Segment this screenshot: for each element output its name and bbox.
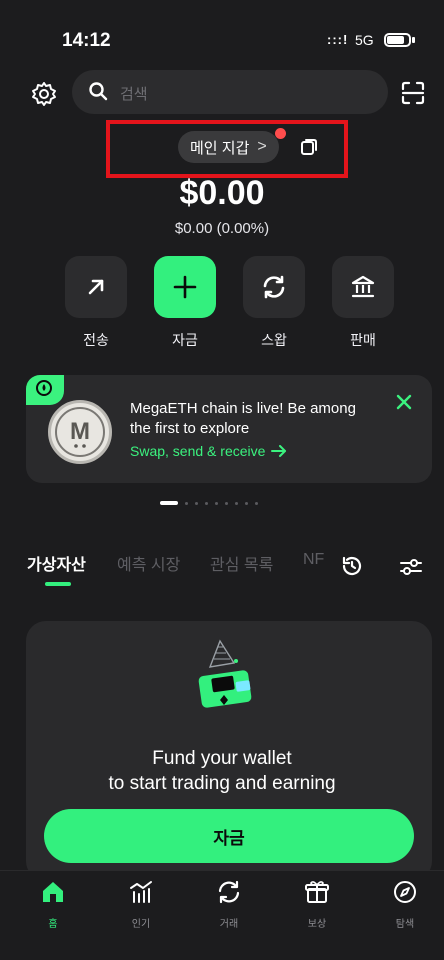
empty-state-line-2: to start trading and earning: [108, 773, 336, 794]
banner-tag: [26, 375, 64, 405]
arrow-right-icon: [271, 445, 287, 457]
battery-level: [387, 36, 404, 44]
promo-banner[interactable]: M MegaETH chain is live! Be among the fi…: [26, 375, 432, 483]
wallet-selector[interactable]: 메인 지갑 >: [178, 131, 279, 163]
carousel-dot: [195, 501, 198, 505]
swap-icon: [263, 275, 285, 299]
banner-title: MegaETH chain is live! Be among the firs…: [130, 400, 356, 437]
battery-tip: [412, 37, 415, 43]
nav-label: 인기: [131, 919, 151, 930]
carousel-dot: [215, 501, 218, 505]
nav-trade[interactable]: 거래: [199, 878, 259, 938]
gift-icon: [305, 881, 329, 903]
carousel-dot: [255, 501, 258, 505]
app-screen: 14:12 :::! 5G 검색 메인 지갑 > $0.00 $0.00 (0.…: [0, 0, 444, 960]
carousel-dot-active: [160, 501, 178, 505]
carousel-dot: [205, 501, 208, 505]
nav-rewards[interactable]: 보상: [287, 878, 347, 938]
fund-wallet-button[interactable]: 자금: [44, 809, 414, 863]
trending-chart-icon: [130, 881, 152, 903]
fund-button[interactable]: [154, 256, 216, 318]
wallet-illustration: [198, 639, 252, 708]
notification-dot: [275, 128, 286, 139]
nav-explore[interactable]: 탐색: [375, 878, 435, 938]
network-type: 5G: [355, 32, 374, 48]
plus-icon: [173, 275, 197, 299]
wallet-name: 메인 지갑: [190, 139, 250, 157]
filter-settings-icon[interactable]: [399, 556, 423, 578]
nav-label: 탐색: [395, 919, 415, 930]
active-tab-indicator: [45, 582, 71, 586]
trade-swap-icon: [218, 880, 240, 904]
swap-button[interactable]: [243, 256, 305, 318]
logo-letter: M: [70, 418, 90, 445]
sell-button[interactable]: [332, 256, 394, 318]
send-arrow-icon: [88, 279, 104, 295]
megaeth-logo: M: [48, 400, 112, 464]
signal-indicator: :::!: [327, 32, 349, 47]
search-icon: [89, 82, 108, 101]
nav-label: 홈: [48, 919, 58, 930]
tab-nft[interactable]: NF: [303, 551, 324, 569]
carousel-dot: [245, 501, 248, 505]
battery-icon: [384, 33, 411, 47]
sell-label: 판매: [350, 332, 376, 348]
search-placeholder: 검색: [120, 86, 148, 103]
banner-cta-label: Swap, send & receive: [130, 443, 266, 459]
balance-change: $0.00 (0.00%): [174, 220, 270, 237]
nav-home[interactable]: 홈: [23, 878, 83, 938]
nav-label: 보상: [307, 919, 327, 930]
send-label: 전송: [83, 332, 109, 348]
banner-cta[interactable]: Swap, send & receive: [130, 443, 287, 459]
bank-icon: [351, 275, 375, 298]
send-button[interactable]: [65, 256, 127, 318]
history-icon[interactable]: [340, 554, 364, 578]
carousel-dot: [235, 501, 238, 505]
copy-icon[interactable]: [297, 136, 319, 158]
tab-crypto[interactable]: 가상자산: [27, 551, 86, 575]
scan-qr-icon[interactable]: [400, 80, 426, 106]
empty-state-title: Fund your wallet to start trading and ea…: [0, 746, 444, 796]
wallet-balance: $0.00: [179, 174, 265, 212]
chevron-right-icon: >: [257, 138, 267, 155]
compass-icon: [394, 881, 416, 903]
home-icon: [43, 882, 63, 902]
nav-trending[interactable]: 인기: [111, 878, 171, 938]
search-bar[interactable]: 검색: [72, 70, 388, 114]
tab-watchlist[interactable]: 관심 목록: [210, 551, 273, 575]
close-icon[interactable]: [395, 393, 413, 411]
carousel-dot: [185, 501, 188, 505]
tab-prediction-market[interactable]: 예측 시장: [117, 551, 180, 575]
settings-gear-icon[interactable]: [30, 80, 58, 108]
status-time: 14:12: [62, 30, 111, 51]
swap-label: 스왑: [261, 332, 287, 348]
fund-label: 자금: [172, 332, 198, 348]
drop-icon: [36, 380, 52, 396]
nav-label: 거래: [219, 919, 239, 930]
carousel-indicator[interactable]: [160, 500, 258, 506]
carousel-dot: [225, 501, 228, 505]
empty-state-line-1: Fund your wallet: [152, 748, 292, 769]
